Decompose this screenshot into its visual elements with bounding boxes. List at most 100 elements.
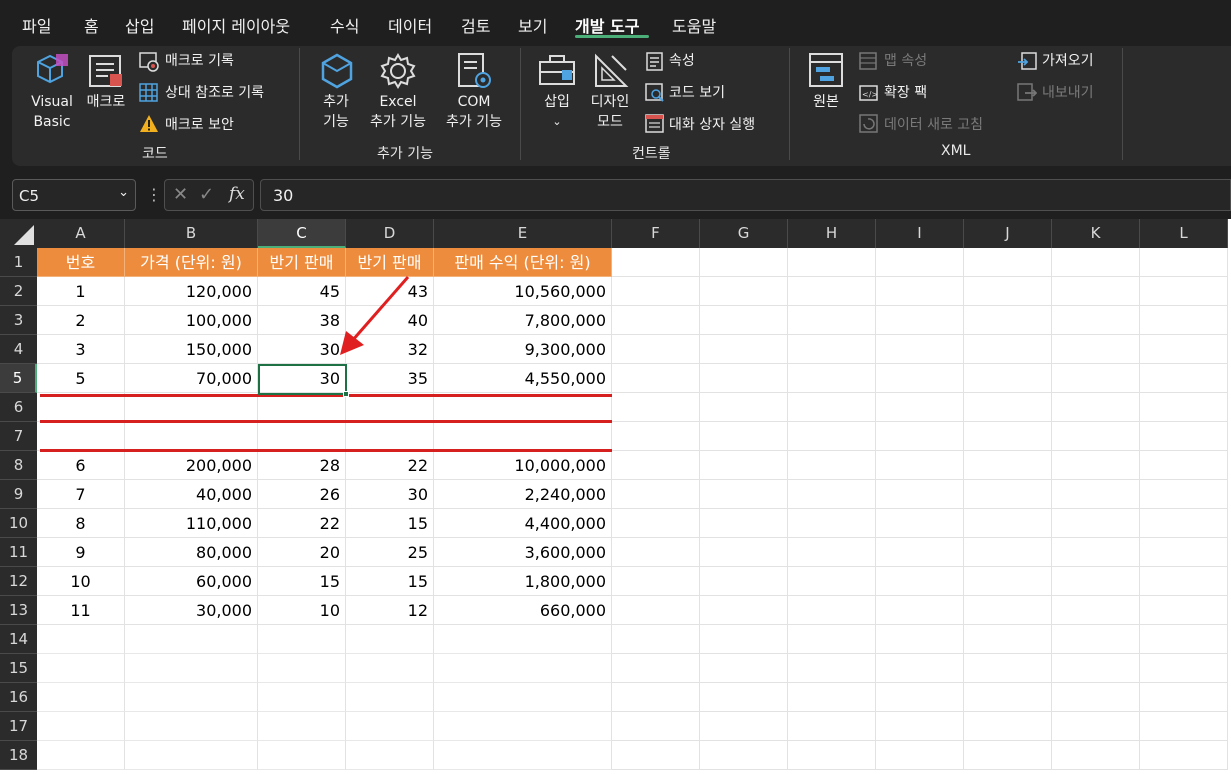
cell[interactable] (964, 480, 1052, 509)
cell[interactable] (612, 364, 700, 393)
cell[interactable] (1052, 422, 1140, 451)
cell[interactable] (434, 741, 612, 770)
column-header-b[interactable]: B (125, 219, 258, 248)
table-cell[interactable]: 2,240,000 (434, 480, 612, 509)
table-cell[interactable]: 660,000 (434, 596, 612, 625)
table-cell[interactable]: 150,000 (125, 335, 258, 364)
column-header-a[interactable]: A (37, 219, 125, 248)
cell[interactable] (876, 538, 964, 567)
row-header-10[interactable]: 10 (0, 509, 37, 538)
cell[interactable] (876, 277, 964, 306)
cell[interactable] (964, 712, 1052, 741)
cell[interactable] (1052, 741, 1140, 770)
cell[interactable] (1140, 422, 1228, 451)
cell[interactable] (876, 741, 964, 770)
cell[interactable] (612, 596, 700, 625)
column-header-l[interactable]: L (1140, 219, 1228, 248)
row-header-1[interactable]: 1 (0, 248, 37, 277)
table-cell[interactable]: 15 (346, 509, 434, 538)
table-cell[interactable]: 28 (258, 451, 346, 480)
cell[interactable] (788, 277, 876, 306)
table-cell[interactable]: 4,550,000 (434, 364, 612, 393)
cell[interactable] (788, 393, 876, 422)
table-cell[interactable]: 40,000 (125, 480, 258, 509)
cell[interactable] (125, 654, 258, 683)
table-cell[interactable]: 30,000 (125, 596, 258, 625)
cell[interactable] (346, 712, 434, 741)
table-cell[interactable]: 35 (346, 364, 434, 393)
cell[interactable] (1052, 248, 1140, 277)
table-cell[interactable]: 9,300,000 (434, 335, 612, 364)
row-header-12[interactable]: 12 (0, 567, 37, 596)
cell[interactable] (876, 306, 964, 335)
table-cell[interactable]: 25 (346, 538, 434, 567)
cell[interactable] (258, 741, 346, 770)
cell[interactable] (434, 683, 612, 712)
cell[interactable] (700, 451, 788, 480)
cell[interactable] (1052, 393, 1140, 422)
tab-insert[interactable]: 삽입 (125, 13, 154, 37)
cell[interactable] (964, 306, 1052, 335)
cell[interactable] (876, 364, 964, 393)
cell[interactable] (346, 683, 434, 712)
table-cell[interactable]: 3,600,000 (434, 538, 612, 567)
cell[interactable] (1052, 480, 1140, 509)
cell[interactable] (1140, 509, 1228, 538)
cell[interactable] (964, 596, 1052, 625)
tab-review[interactable]: 검토 (461, 13, 490, 37)
cell[interactable] (1140, 596, 1228, 625)
tab-formulas[interactable]: 수식 (330, 13, 359, 37)
table-cell[interactable]: 1,800,000 (434, 567, 612, 596)
cell[interactable] (876, 480, 964, 509)
table-cell[interactable] (346, 422, 434, 451)
cell[interactable] (700, 625, 788, 654)
cell[interactable] (964, 625, 1052, 654)
cell[interactable] (125, 683, 258, 712)
row-header-5[interactable]: 5 (0, 364, 37, 393)
cell[interactable] (434, 625, 612, 654)
cell[interactable] (1052, 335, 1140, 364)
cell[interactable] (788, 712, 876, 741)
cell[interactable] (700, 248, 788, 277)
table-cell[interactable] (125, 393, 258, 422)
cell[interactable] (612, 509, 700, 538)
formula-input[interactable]: 30 (260, 179, 1231, 211)
table-cell[interactable]: 2 (37, 306, 125, 335)
row-header-7[interactable]: 7 (0, 422, 37, 451)
tab-page-layout[interactable]: 페이지 레이아웃 (182, 13, 290, 37)
cell[interactable] (125, 712, 258, 741)
confirm-icon[interactable]: ✓ (199, 184, 214, 205)
tab-developer[interactable]: 개발 도구 (575, 13, 639, 37)
cell[interactable] (964, 567, 1052, 596)
cell[interactable] (788, 422, 876, 451)
cell[interactable] (1052, 364, 1140, 393)
cell[interactable] (612, 277, 700, 306)
row-header-8[interactable]: 8 (0, 451, 37, 480)
cell[interactable] (37, 741, 125, 770)
cell[interactable] (1140, 567, 1228, 596)
row-header-9[interactable]: 9 (0, 480, 37, 509)
cell[interactable] (612, 393, 700, 422)
table-cell[interactable] (258, 393, 346, 422)
cell[interactable] (434, 654, 612, 683)
table-cell[interactable]: 10 (37, 567, 125, 596)
cell[interactable] (788, 567, 876, 596)
cell[interactable] (1052, 538, 1140, 567)
cell[interactable] (876, 422, 964, 451)
cell[interactable] (1052, 596, 1140, 625)
cell[interactable] (876, 625, 964, 654)
cell[interactable] (612, 335, 700, 364)
tab-data[interactable]: 데이터 (388, 13, 432, 37)
row-header-2[interactable]: 2 (0, 277, 37, 306)
cell[interactable] (700, 509, 788, 538)
cell[interactable] (125, 625, 258, 654)
cell[interactable] (258, 625, 346, 654)
table-cell[interactable]: 80,000 (125, 538, 258, 567)
table-cell[interactable]: 10,000,000 (434, 451, 612, 480)
cell[interactable] (612, 248, 700, 277)
cell[interactable] (1140, 625, 1228, 654)
cell[interactable] (876, 683, 964, 712)
cell[interactable] (1140, 451, 1228, 480)
cell[interactable] (1140, 538, 1228, 567)
table-cell[interactable]: 20 (258, 538, 346, 567)
